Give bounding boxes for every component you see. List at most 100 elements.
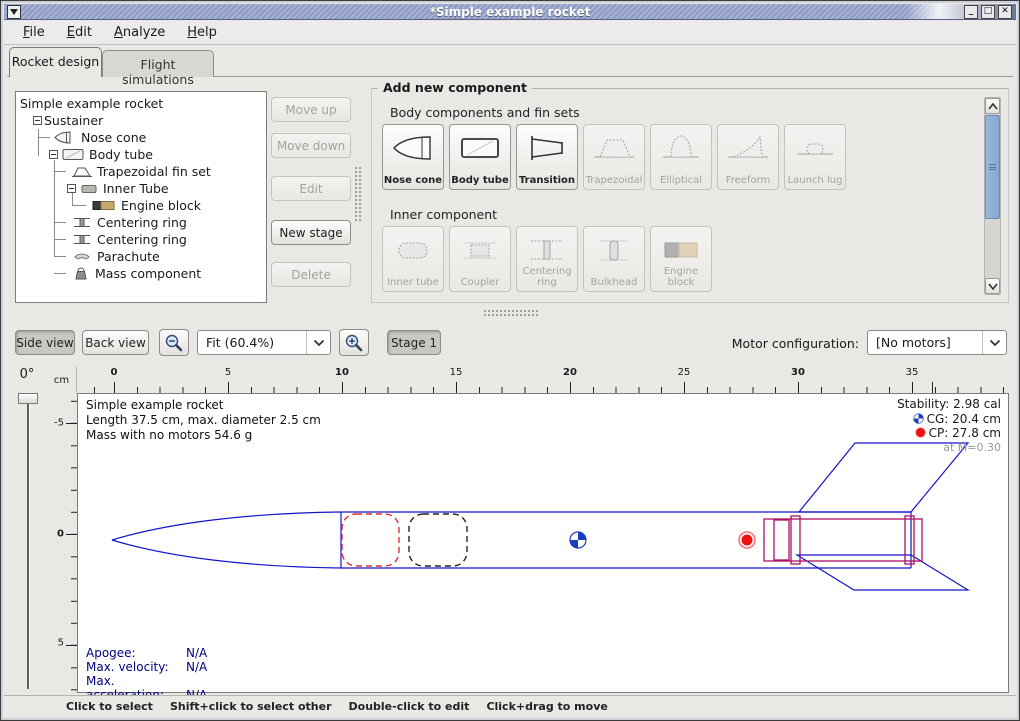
minimize-button[interactable]: _: [964, 5, 978, 19]
rotation-slider-handle[interactable]: [18, 393, 38, 404]
apogee-label: Apogee:: [86, 646, 186, 660]
add-inner-tube-button[interactable]: Inner tube: [382, 226, 444, 292]
add-launch-lug-button[interactable]: Launch lug: [784, 124, 846, 190]
zoom-level-value: Fit (60.4%): [206, 335, 274, 350]
tab-flight-simulations[interactable]: Flight simulations: [102, 50, 214, 77]
cp-legend-icon: [915, 427, 926, 438]
tree-connector: [54, 273, 66, 274]
tree-item-body-tube[interactable]: Body tube: [16, 146, 266, 163]
horizontal-ruler: 0 5 10 15 20 25 30 35: [77, 367, 1009, 393]
tab-rocket-design[interactable]: Rocket design: [9, 47, 102, 77]
nose-cone-outline[interactable]: [112, 512, 341, 540]
launch-lug-icon: [793, 133, 837, 163]
hint-click-drag: Click+drag to move: [486, 700, 607, 713]
scroll-up-button[interactable]: [985, 98, 1000, 114]
tree-connector: [54, 222, 66, 223]
tree-item-stage[interactable]: Sustainer: [16, 112, 266, 129]
magnifier-plus-icon: [344, 333, 364, 353]
back-view-button[interactable]: Back view: [82, 330, 149, 355]
tree-item-mass-component[interactable]: Mass component: [16, 265, 266, 282]
tree-expander-icon[interactable]: [67, 184, 76, 193]
tree-item-rocket[interactable]: Simple example rocket: [16, 95, 266, 112]
ruler-tick-label: 0: [57, 529, 64, 540]
new-stage-button[interactable]: New stage: [271, 220, 351, 245]
move-down-button[interactable]: Move down: [271, 133, 351, 158]
add-trapezoidal-fin-button[interactable]: Trapezoidal: [583, 124, 645, 190]
nose-cone-icon: [54, 131, 76, 144]
tree-item-parachute[interactable]: Parachute: [16, 248, 266, 265]
add-engine-block-button[interactable]: Engine block: [650, 226, 712, 292]
title-bar[interactable]: *Simple example rocket _ □ ✕: [4, 4, 1016, 20]
motor-configuration-label: Motor configuration:: [732, 336, 859, 351]
tree-connector: [54, 239, 66, 240]
vertical-splitter[interactable]: [354, 166, 363, 221]
add-elliptical-fin-button[interactable]: Elliptical: [650, 124, 712, 190]
tree-item-centering-ring-2[interactable]: Centering ring: [16, 231, 266, 248]
add-centering-ring-button[interactable]: Centering ring: [516, 226, 578, 292]
move-up-button[interactable]: Move up: [271, 97, 351, 122]
tree-item-nose-cone[interactable]: Nose cone: [16, 129, 266, 146]
inner-tube-icon: [80, 183, 98, 195]
tree-connector: [38, 137, 50, 138]
centering-ring-icon: [525, 235, 569, 265]
zoom-level-select[interactable]: Fit (60.4%): [197, 330, 331, 355]
tree-expander-icon[interactable]: [49, 150, 58, 159]
nose-cone-outline[interactable]: [112, 540, 341, 568]
stage-1-toggle[interactable]: Stage 1: [387, 330, 441, 355]
ruler-tick-label: 15: [450, 367, 463, 378]
side-view-button[interactable]: Side view: [15, 330, 75, 355]
hint-shift-click: Shift+click to select other: [170, 700, 332, 713]
tree-item-centering-ring-1[interactable]: Centering ring: [16, 214, 266, 231]
engine-block-outline[interactable]: [774, 520, 789, 560]
centering-ring-outline[interactable]: [905, 516, 914, 564]
coupler-icon: [458, 235, 502, 265]
maximize-button[interactable]: □: [981, 5, 995, 19]
rotation-slider-track[interactable]: [27, 401, 29, 689]
menu-help[interactable]: Help: [178, 23, 226, 42]
parachute-outline[interactable]: [342, 514, 399, 566]
ruler-tick-label: 25: [678, 367, 691, 378]
mass-component-outline[interactable]: [409, 514, 467, 566]
add-freeform-fin-button[interactable]: Freeform: [717, 124, 779, 190]
engine-block-icon: [92, 199, 116, 212]
delete-button[interactable]: Delete: [271, 262, 351, 287]
bulkhead-icon: [592, 235, 636, 265]
add-nose-cone-button[interactable]: Nose cone: [382, 124, 444, 190]
add-bulkhead-button[interactable]: Bulkhead: [583, 226, 645, 292]
zoom-in-button[interactable]: [339, 329, 369, 356]
ruler-tick-label: -5: [54, 418, 64, 429]
fin-lower-outline[interactable]: [797, 555, 968, 590]
zoom-out-button[interactable]: [159, 329, 189, 356]
tree-item-engine-block[interactable]: Engine block: [16, 197, 266, 214]
edit-button[interactable]: Edit: [271, 176, 351, 201]
max-velocity-label: Max. velocity:: [86, 660, 186, 674]
tree-item-inner-tube[interactable]: Inner Tube: [16, 180, 266, 197]
cg-value: 20.4 cm: [952, 412, 1001, 426]
inner-tube-icon: [391, 235, 435, 265]
motor-configuration-select[interactable]: [No motors]: [867, 330, 1007, 355]
rocket-design-canvas[interactable]: Simple example rocket Length 37.5 cm, ma…: [77, 393, 1009, 693]
motor-configuration-value: [No motors]: [876, 335, 951, 350]
centering-ring-icon: [72, 216, 92, 229]
scroll-down-button[interactable]: [985, 278, 1000, 294]
component-panel-scrollbar[interactable]: [984, 97, 1001, 295]
menu-analyze[interactable]: Analyze: [105, 23, 174, 42]
ruler-tick-label: 0: [111, 367, 118, 378]
scrollbar-thumb[interactable]: [985, 115, 1000, 219]
component-tree[interactable]: Simple example rocket Sustainer Nose con…: [15, 91, 267, 303]
menu-edit[interactable]: Edit: [58, 23, 101, 42]
tree-item-trapezoidal-fin-set[interactable]: Trapezoidal fin set: [16, 163, 266, 180]
cg-marker: [570, 532, 586, 548]
centering-ring-outline[interactable]: [791, 516, 800, 564]
add-transition-button[interactable]: Transition: [516, 124, 578, 190]
cp-label: CP:: [929, 426, 949, 440]
add-coupler-button[interactable]: Coupler: [449, 226, 511, 292]
rocket-info-block: Simple example rocket Length 37.5 cm, ma…: [86, 398, 321, 443]
ruler-tick-label: 5: [58, 638, 64, 649]
parachute-icon: [72, 250, 92, 263]
horizontal-splitter[interactable]: [483, 309, 539, 317]
tree-expander-icon[interactable]: [33, 116, 42, 125]
menu-file[interactable]: File: [14, 23, 54, 42]
close-button[interactable]: ✕: [998, 5, 1012, 19]
add-body-tube-button[interactable]: Body tube: [449, 124, 511, 190]
